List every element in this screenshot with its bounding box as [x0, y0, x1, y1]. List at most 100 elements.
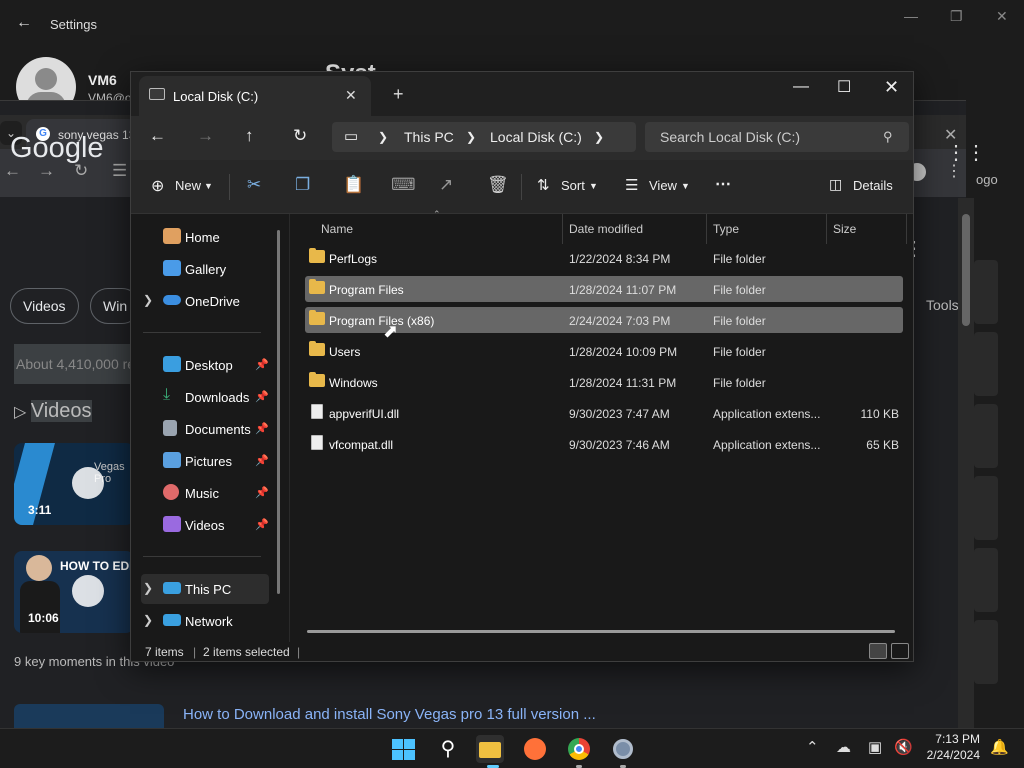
nav-item-this-pc[interactable]: ❯ This PC [141, 574, 269, 604]
nav-item-music[interactable]: Music 📌 [131, 478, 271, 508]
pin-icon[interactable]: 📌 [255, 358, 269, 371]
file-row[interactable]: Windows 1/28/2024 11:31 PM File folder [305, 369, 903, 395]
nav-item-home[interactable]: Home [131, 222, 271, 252]
right-panel-item[interactable] [974, 260, 998, 324]
tab-close-icon[interactable]: ✕ [345, 87, 357, 104]
file-explorer-window: Local Disk (C:) ✕ + — ☐ ✕ ← → ↑ ↻ ▭ ❯ Th… [130, 71, 914, 662]
play-icon[interactable] [72, 467, 104, 499]
firefox-icon[interactable] [521, 735, 549, 763]
nav-scrollbar[interactable] [277, 230, 280, 594]
explorer-tab[interactable]: Local Disk (C:) ✕ [139, 76, 371, 116]
minimize-icon[interactable]: — [904, 8, 918, 24]
nav-item-gallery[interactable]: Gallery [131, 254, 271, 284]
tools-button[interactable]: Tools [926, 297, 959, 313]
volume-muted-icon[interactable]: 🔇 [894, 738, 913, 756]
nav-item-videos[interactable]: Videos 📌 [131, 510, 271, 540]
details-view-icon[interactable] [869, 643, 887, 659]
video-thumbnail-3[interactable] [14, 704, 164, 728]
breadcrumb-this-pc[interactable]: This PC [404, 129, 454, 145]
paste-icon[interactable]: 📋 [343, 175, 364, 195]
pin-icon[interactable]: 📌 [255, 454, 269, 467]
settings-icon[interactable] [609, 735, 637, 763]
view-button[interactable]: View [649, 178, 677, 193]
close-icon[interactable]: ✕ [884, 77, 899, 98]
right-panel-item[interactable] [974, 476, 998, 540]
pin-icon[interactable]: 📌 [255, 518, 269, 531]
chevron-right-icon[interactable]: ❯ [143, 581, 153, 595]
minimize-icon[interactable]: — [793, 78, 809, 96]
right-panel-item[interactable] [974, 404, 998, 468]
chevron-right-icon[interactable]: ❯ [594, 130, 604, 144]
onedrive-offline-icon[interactable]: ☁ [836, 738, 851, 756]
search-icon[interactable]: ⚲ [434, 735, 462, 763]
more-options-icon[interactable]: ⋯ [715, 174, 731, 194]
notification-bell-icon[interactable]: 🔔 [990, 738, 1009, 756]
pane-splitter[interactable] [289, 214, 290, 642]
back-arrow-icon[interactable]: ← [16, 14, 32, 32]
nav-label: Downloads [185, 390, 250, 405]
nav-item-network[interactable]: ❯ Network [131, 606, 271, 636]
play-icon[interactable] [72, 575, 104, 607]
maximize-icon[interactable]: ☐ [837, 77, 851, 97]
close-icon[interactable]: ✕ [996, 8, 1008, 25]
cut-icon[interactable]: ✂ [247, 175, 261, 195]
breadcrumb-local-disk[interactable]: Local Disk (C:) [490, 129, 582, 145]
file-name: PerfLogs [329, 252, 378, 266]
new-tab-icon[interactable]: + [393, 84, 404, 105]
refresh-icon[interactable]: ↻ [293, 126, 307, 146]
file-row[interactable]: Program Files 1/28/2024 11:07 PM File fo… [305, 276, 903, 302]
nav-item-pictures[interactable]: Pictures 📌 [131, 446, 271, 476]
right-panel-item[interactable] [974, 548, 998, 612]
nav-item-onedrive[interactable]: ❯ OneDrive [131, 286, 271, 316]
site-info-icon[interactable]: ☰ [112, 161, 127, 181]
clock[interactable]: 7:13 PM 2/24/2024 [920, 731, 980, 763]
share-icon[interactable]: ↗ [439, 175, 453, 195]
video-thumbnail-2[interactable]: HOW TO EDIT 10:06 [14, 551, 134, 633]
column-divider[interactable] [826, 214, 827, 244]
column-divider[interactable] [562, 214, 563, 244]
chrome-icon[interactable] [565, 735, 593, 763]
nav-item-documents[interactable]: Documents 📌 [131, 414, 271, 444]
video-thumbnail-1[interactable]: Vegas Pro 3:11 [14, 443, 134, 525]
network-status-icon[interactable]: ▣ [868, 738, 882, 756]
file-row[interactable]: PerfLogs 1/22/2024 8:34 PM File folder [305, 245, 903, 271]
pin-icon[interactable]: 📌 [255, 422, 269, 435]
breadcrumb[interactable]: ▭ ❯ This PC ❯ Local Disk (C:) ❯ [332, 122, 636, 152]
folder-icon [309, 248, 325, 263]
pin-icon[interactable]: 📌 [255, 390, 269, 403]
chevron-right-icon[interactable]: ❯ [143, 293, 153, 307]
details-button[interactable]: Details [853, 178, 893, 193]
chevron-right-icon[interactable]: ❯ [143, 613, 153, 627]
page-scrollbar[interactable] [958, 198, 974, 728]
horizontal-scrollbar[interactable] [307, 630, 895, 633]
up-icon[interactable]: ↑ [245, 126, 254, 146]
nav-item-downloads[interactable]: ⤓ Downloads 📌 [131, 382, 271, 412]
search-box[interactable]: Search Local Disk (C:) ⚲ [645, 122, 909, 152]
right-panel-item[interactable] [974, 620, 998, 684]
chevron-up-icon[interactable]: ⌃ [806, 738, 819, 756]
sort-button[interactable]: Sort [561, 178, 585, 193]
back-icon[interactable]: ← [149, 126, 166, 146]
column-divider[interactable] [906, 214, 907, 244]
google-logo[interactable]: Google [10, 132, 104, 165]
filter-videos[interactable]: Videos [10, 288, 79, 324]
pin-icon[interactable]: 📌 [255, 486, 269, 499]
google-apps-icon[interactable]: ⋮⋮ [946, 140, 986, 165]
large-icons-view-icon[interactable] [891, 643, 909, 659]
delete-icon[interactable]: 🗑 [487, 175, 509, 195]
new-button[interactable]: New [175, 178, 201, 193]
forward-icon[interactable]: → [197, 126, 214, 146]
result-link[interactable]: How to Download and install Sony Vegas p… [183, 706, 596, 723]
right-panel-item[interactable] [974, 332, 998, 396]
copy-icon[interactable]: ❐ [295, 175, 310, 195]
desktop-icon [163, 356, 181, 372]
file-row[interactable]: appverifUI.dll 9/30/2023 7:47 AM Applica… [305, 400, 903, 426]
file-explorer-icon[interactable] [476, 735, 504, 763]
restore-icon[interactable]: ❐ [950, 8, 963, 25]
rename-icon[interactable]: ⌨ [391, 175, 416, 195]
nav-item-desktop[interactable]: Desktop 📌 [131, 350, 271, 380]
scrollbar-thumb[interactable] [962, 214, 970, 326]
column-divider[interactable] [706, 214, 707, 244]
start-icon[interactable] [390, 735, 418, 763]
file-row[interactable]: vfcompat.dll 9/30/2023 7:46 AM Applicati… [305, 431, 903, 457]
